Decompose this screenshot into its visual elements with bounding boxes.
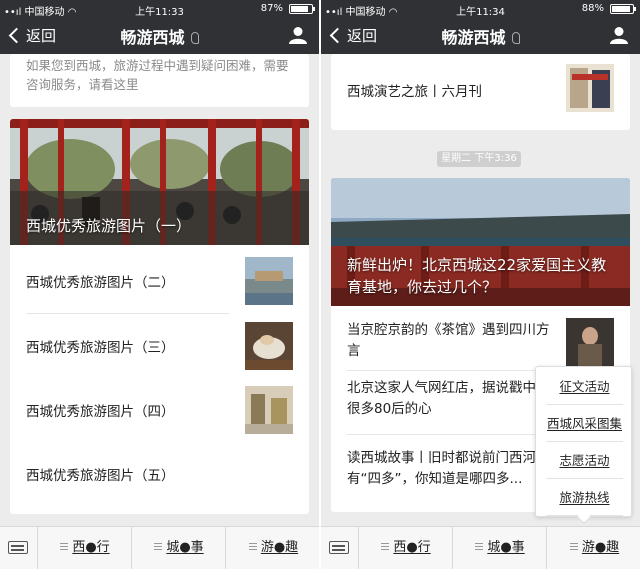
battery-icon [289,4,315,14]
battery-icon [610,4,636,14]
submenu-icon [475,543,484,550]
navigation-bar: 返回 畅游西城 [0,20,319,52]
hearing-icon [190,32,199,44]
menu-tab-youqu[interactable]: 游●趣 [548,527,640,569]
menu-tab-youqu[interactable]: 游●趣 [227,527,319,569]
menu-tab-xixing[interactable]: 西●行 [39,527,132,569]
menu-tab-label: 西●行 [393,540,431,555]
keyboard-icon [329,541,349,554]
top-bar: ••ıl 中国移动 ◠ 上午11:33 87% 返回 畅游西城 [0,0,319,54]
article-card: 西城优秀旅游图片（一） 西城优秀旅游图片（二） 西城优秀旅游图片（三） 西城优秀… [10,119,309,514]
menu-tab-label: 游●趣 [581,540,620,555]
service-hint-text: 如果您到西城，旅游过程中遇到疑问困难，需要咨询服务，请看这里 [26,58,289,92]
hero-caption: 新鲜出炉！北京西城这22家爱国主义教育基地，你去过几个？ [347,256,607,296]
service-hint-card[interactable]: 如果您到西城，旅游过程中遇到疑问困难，需要咨询服务，请看这里 [10,54,309,107]
hero-article[interactable]: 新鲜出炉！北京西城这22家爱国主义教育基地，你去过几个？ [331,178,630,306]
timestamp-badge: 星期二 下午3:36 [437,151,521,167]
list-item-title: 西城优秀旅游图片（四） [26,404,175,420]
menu-tab-label: 西●行 [72,540,110,555]
list-item-thumbnail [245,257,293,305]
list-item-title: 西城优秀旅游图片（五） [26,468,175,484]
list-item-title: 当京腔京韵的《茶馆》遇到四川方言 [347,322,550,359]
submenu-icon [381,543,390,550]
list-item[interactable]: 西城优秀旅游图片（三） [10,314,309,378]
list-item[interactable]: 西城优秀旅游图片（四） [10,378,309,442]
right-screen: ••ıl 中国移动 ◠ 上午11:34 88% 返回 畅游西城 西城演艺之旅丨六… [321,0,640,569]
list-item-thumbnail [245,322,293,370]
menu-tab-chengshi[interactable]: 城●事 [454,527,547,569]
page-title: 畅游西城 [321,24,640,48]
battery-percent: 87% [260,3,283,14]
status-bar: ••ıl 中国移动 ◠ 上午11:34 88% [321,0,640,18]
submenu-icon [60,543,69,550]
status-bar: ••ıl 中国移动 ◠ 上午11:33 87% [0,0,319,18]
list-item[interactable]: 当京腔京韵的《茶馆》遇到四川方言 [331,310,630,368]
user-icon[interactable] [610,26,628,44]
submenu-popup: 征文活动 西城风采图集 志愿活动 旅游热线 [535,366,632,525]
hearing-icon [511,32,520,44]
submenu-item-essay-contest[interactable]: 征文活动 [546,369,623,405]
list-item-thumbnail [245,386,293,434]
navigation-bar: 返回 畅游西城 [321,20,640,52]
battery-percent: 88% [581,3,604,14]
article-card-top[interactable]: 西城演艺之旅丨六月刊 [331,54,630,130]
list-item[interactable]: 西城优秀旅游图片（二） [10,249,309,313]
list-item-title: 西城优秀旅游图片（二） [26,275,175,291]
list-item-title: 读西城故事丨旧时都说前门西河沿有“四多”，你知道是哪四多... [347,450,550,487]
page-title-text: 畅游西城 [120,28,185,47]
menu-tab-label: 游●趣 [260,540,299,555]
list-item-thumbnail [566,318,614,366]
submenu-item-gallery[interactable]: 西城风采图集 [546,406,623,442]
submenu-icon [154,543,163,550]
keyboard-icon [8,541,28,554]
menu-tab-label: 城●事 [166,540,204,555]
list-item-title: 西城优秀旅游图片（三） [26,340,175,356]
keyboard-toggle-button[interactable] [321,527,359,569]
submenu-icon [569,543,578,550]
hero-caption: 西城优秀旅游图片（一） [26,217,192,235]
submenu-icon [248,543,257,550]
list-item-thumbnail [566,64,614,112]
menu-tab-label: 城●事 [487,540,525,555]
hero-article[interactable]: 西城优秀旅游图片（一） [10,119,309,245]
list-item-title: 西城演艺之旅丨六月刊 [347,84,482,100]
left-screen: ••ıl 中国移动 ◠ 上午11:33 87% 返回 畅游西城 如果您到西城，旅… [0,0,319,569]
menu-tab-chengshi[interactable]: 城●事 [133,527,226,569]
page-title: 畅游西城 [0,24,319,48]
user-icon[interactable] [289,26,307,44]
page-title-text: 畅游西城 [441,28,506,47]
submenu-item-volunteer[interactable]: 志愿活动 [546,443,623,479]
menu-tab-xixing[interactable]: 西●行 [360,527,453,569]
list-item[interactable]: 西城优秀旅游图片（五） [10,442,309,506]
top-bar: ••ıl 中国移动 ◠ 上午11:34 88% 返回 畅游西城 [321,0,640,54]
keyboard-toggle-button[interactable] [0,527,38,569]
menu-bar: 西●行 城●事 游●趣 [321,526,640,569]
list-item-title: 北京这家人气网红店，据说戳中了很多80后的心 [347,380,550,417]
menu-bar: 西●行 城●事 游●趣 [0,526,319,569]
